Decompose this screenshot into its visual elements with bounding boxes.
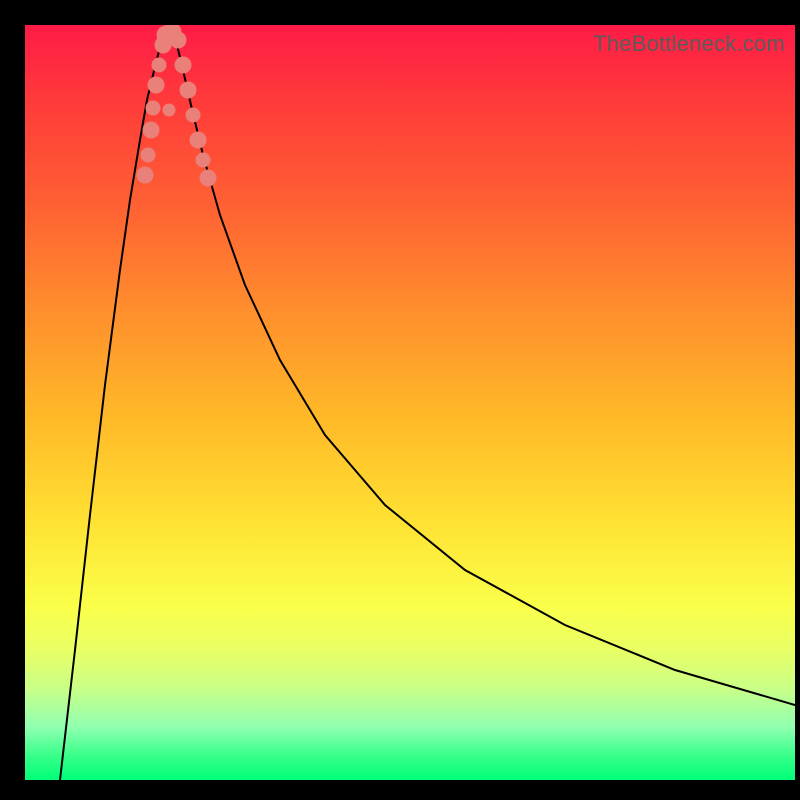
marker-point: [180, 82, 196, 98]
marker-point: [186, 108, 200, 122]
marker-point: [141, 148, 155, 162]
chart-svg: [25, 25, 795, 780]
marker-point: [196, 153, 210, 167]
marker-point: [148, 77, 164, 93]
plot-area: TheBottleneck.com: [25, 25, 795, 780]
curve-left-branch: [60, 30, 165, 780]
chart-frame: TheBottleneck.com: [0, 0, 800, 800]
marker-point: [163, 104, 175, 116]
marker-point: [200, 170, 216, 186]
curve-right-branch: [173, 30, 795, 705]
marker-point: [143, 122, 159, 138]
curve-lines: [60, 30, 795, 780]
marker-point: [152, 58, 166, 72]
marker-point: [146, 101, 160, 115]
marker-point: [170, 32, 186, 48]
data-markers: [137, 25, 216, 186]
marker-point: [190, 132, 206, 148]
marker-point: [137, 167, 153, 183]
marker-point: [175, 57, 191, 73]
